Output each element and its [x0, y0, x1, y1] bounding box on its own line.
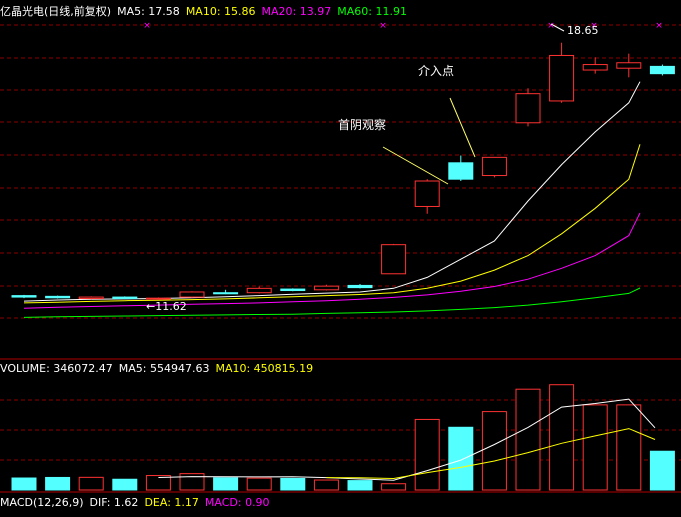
volume-bar-13 [448, 426, 474, 491]
ma20-line [23, 212, 641, 309]
candle-body-18 [616, 62, 642, 69]
ma5-value: MA5: 17.58 [117, 5, 180, 18]
candle-body-15 [515, 93, 541, 124]
ma5-line [23, 81, 641, 302]
macd-name: MACD(12,26,9) [0, 496, 84, 509]
volume-bar-0 [11, 477, 37, 491]
candle-body-0 [11, 295, 37, 298]
top-marker-0: × [143, 21, 151, 31]
volume-header: VOLUME: 346072.47 MA5: 554947.63 MA10: 450… [0, 362, 319, 376]
ma10-value: MA10: 15.86 [185, 5, 256, 18]
ma60-value: MA60: 11.91 [337, 5, 407, 18]
stock-chart: × × × × × [0, 21, 681, 493]
candle-body-2 [78, 296, 104, 300]
candle-body-11 [381, 244, 407, 275]
volume-bar-6 [213, 477, 239, 491]
volume-bar-15 [515, 388, 541, 491]
price-header: 亿晶光电(日线,前复权) MA5: 17.58 MA10: 15.86 MA20: 1… [0, 5, 413, 19]
candle-body-7 [246, 287, 272, 294]
top-marker-1: × [379, 21, 387, 31]
volume-bar-14 [481, 411, 507, 491]
candle-body-3 [112, 296, 138, 300]
top-marker-2: × [547, 21, 555, 31]
low-price-value: 11.62 [155, 300, 187, 313]
top-marker-4: × [655, 21, 663, 31]
candle-body-5 [179, 291, 205, 298]
volume-bar-11 [381, 483, 407, 491]
volume-bars [11, 384, 675, 491]
volume-ma5-line [158, 398, 656, 481]
low-price-label: ←11.62 [146, 300, 187, 313]
volume-bar-1 [45, 476, 71, 491]
candle-body-1 [45, 295, 71, 299]
volume-bar-17 [582, 404, 608, 491]
candle-body-14 [481, 156, 507, 177]
candlesticks [11, 42, 675, 300]
candle-body-16 [549, 54, 575, 102]
volume-ma-lines [158, 398, 656, 481]
high-price-label: 18.65 [567, 24, 599, 37]
ma20-value: MA20: 13.97 [261, 5, 332, 18]
candle-body-12 [414, 180, 440, 207]
first-yin-pointer [382, 146, 449, 185]
grid-lines: × × × × × [0, 21, 681, 493]
candle-body-8 [280, 288, 306, 292]
ma60-line [23, 287, 641, 318]
volume-bar-10 [347, 480, 373, 491]
volume-bar-12 [414, 418, 440, 491]
candle-body-19 [649, 65, 675, 75]
candle-body-13 [448, 162, 474, 180]
ma10-line [23, 144, 641, 304]
volume-bar-8 [280, 477, 306, 491]
stock-title: 亿晶光电(日线,前复权) [0, 5, 112, 18]
candle-body-4 [145, 297, 171, 300]
candle-body-17 [582, 64, 608, 71]
volume-value: VOLUME: 346072.47 [0, 362, 113, 375]
moving-average-lines [23, 81, 641, 318]
volume-bar-18 [616, 404, 642, 491]
entry-point-label: 介入点 [418, 64, 455, 78]
dif-value: DIF: 1.62 [89, 496, 139, 509]
macd-header: MACD(12,26,9) DIF: 1.62 DEA: 1.17 MACD: 0.9… [0, 496, 276, 510]
volume-bar-9 [313, 479, 339, 491]
candle-body-9 [313, 285, 339, 291]
volume-bar-19 [649, 450, 675, 491]
volume-bar-7 [246, 477, 272, 491]
dea-value: DEA: 1.17 [144, 496, 199, 509]
volume-bar-2 [78, 476, 104, 491]
first-yin-label: 首阴观察 [338, 118, 387, 132]
candle-body-10 [347, 284, 373, 289]
volume-bar-3 [112, 478, 138, 491]
macd-value: MACD: 0.90 [204, 496, 270, 509]
volume-ma10-value: MA10: 450815.19 [215, 362, 314, 375]
candle-body-6 [213, 292, 239, 295]
volume-bar-16 [549, 384, 575, 491]
entry-point-pointer [449, 97, 476, 158]
volume-ma5-value: MA5: 554947.63 [118, 362, 210, 375]
